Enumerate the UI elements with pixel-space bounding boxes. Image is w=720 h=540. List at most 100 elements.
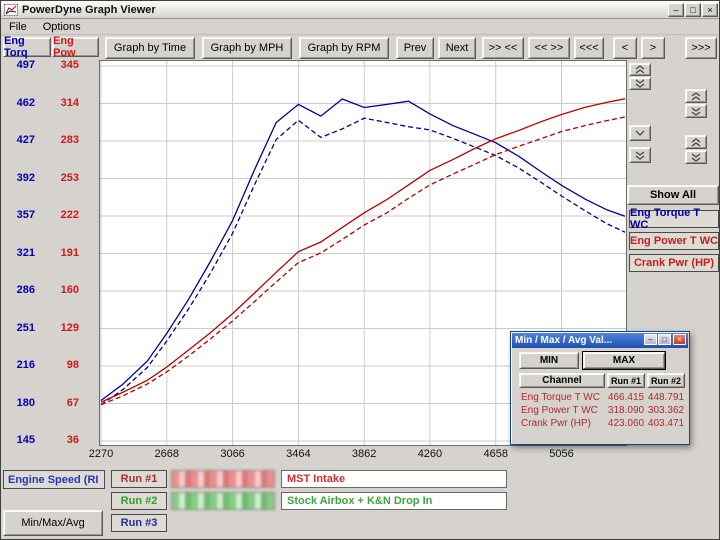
minimize-button[interactable]: – [668, 3, 684, 17]
minmaxavg-button[interactable]: Min/Max/Avg [3, 510, 103, 536]
rpm-tick-label: 3862 [344, 448, 384, 460]
window-title: PowerDyne Graph Viewer [22, 4, 156, 16]
row-run2-value: 403.471 [646, 418, 686, 429]
rpm-tick-label: 5056 [542, 448, 582, 460]
torque-tick-label: 180 [1, 397, 35, 409]
prev-button[interactable]: Prev [396, 37, 434, 59]
rpm-tick-label: 3464 [278, 448, 318, 460]
rpm-tick-label: 2668 [147, 448, 187, 460]
power-axis-header[interactable]: Eng Pow [52, 37, 99, 57]
graph-by-rpm-button[interactable]: Graph by RPM [299, 37, 389, 59]
chevron-double-up-icon [634, 65, 646, 74]
row-channel: Eng Torque T WC [521, 392, 600, 403]
rpm-tick-label: 4260 [410, 448, 450, 460]
chevron-double-down-icon [634, 151, 646, 160]
column-header-channel[interactable]: Channel [519, 373, 605, 388]
run2-name-redacted [171, 492, 275, 510]
scale-down-button-2[interactable] [685, 104, 707, 118]
minmax-maximize-button[interactable]: □ [658, 334, 671, 345]
chevron-double-down-icon [634, 79, 646, 88]
shift-down-button-1[interactable] [629, 125, 651, 141]
torque-tick-label: 145 [1, 434, 35, 446]
rpm-tick-label: 3066 [213, 448, 253, 460]
power-tick-label: 345 [45, 59, 79, 71]
next-button[interactable]: Next [438, 37, 476, 59]
step-left-button[interactable]: < [613, 37, 637, 59]
x-axis-channel-label[interactable]: Engine Speed (RI [3, 470, 105, 489]
min-button[interactable]: MIN [519, 352, 579, 369]
graph-by-mph-button[interactable]: Graph by MPH [202, 37, 292, 59]
scale-up-button-1[interactable] [629, 63, 651, 76]
app-icon [4, 4, 18, 16]
minmax-dialog: Min / Max / Avg Val... – □ × MIN MAX Cha… [510, 331, 690, 445]
zoom-out-button[interactable]: << >> [528, 37, 570, 59]
scale-down-button-1[interactable] [629, 77, 651, 90]
power-tick-label: 129 [45, 322, 79, 334]
row-run1-value: 423.060 [606, 418, 646, 429]
torque-axis-header[interactable]: Eng Torq [3, 37, 51, 57]
run3-button[interactable]: Run #3 [111, 514, 167, 532]
run1-button[interactable]: Run #1 [111, 470, 167, 488]
minmax-minimize-button[interactable]: – [644, 334, 657, 345]
menubar: File Options [1, 19, 719, 35]
maximize-button[interactable]: □ [685, 3, 701, 17]
titlebar[interactable]: PowerDyne Graph Viewer [1, 1, 719, 19]
shift-down-button-2[interactable] [629, 147, 651, 163]
power-tick-label: 253 [45, 172, 79, 184]
torque-tick-label: 321 [1, 247, 35, 259]
minmax-close-button[interactable]: × [673, 334, 686, 345]
app-window: PowerDyne Graph Viewer – □ × File Option… [0, 0, 720, 540]
step-right-button[interactable]: > [641, 37, 665, 59]
torque-tick-label: 286 [1, 284, 35, 296]
power-tick-label: 222 [45, 209, 79, 221]
torque-tick-label: 357 [1, 209, 35, 221]
run1-name-redacted [171, 470, 275, 488]
run2-note-field[interactable]: Stock Airbox + K&N Drop In [281, 492, 507, 510]
graph-by-time-button[interactable]: Graph by Time [105, 37, 195, 59]
jump-right-button[interactable]: >>> [685, 37, 717, 59]
chevron-double-down-icon [690, 153, 702, 162]
scale-up-button-3[interactable] [685, 135, 707, 149]
menu-options[interactable]: Options [35, 20, 89, 34]
column-header-run1[interactable]: Run #1 [607, 373, 645, 388]
scale-down-button-3[interactable] [685, 150, 707, 164]
torque-tick-label: 462 [1, 97, 35, 109]
rpm-tick-label: 4658 [476, 448, 516, 460]
row-channel: Eng Power T WC [521, 405, 598, 416]
power-tick-label: 160 [45, 284, 79, 296]
torque-tick-label: 497 [1, 59, 35, 71]
row-channel: Crank Pwr (HP) [521, 418, 591, 429]
power-tick-label: 314 [45, 97, 79, 109]
column-header-run2[interactable]: Run #2 [647, 373, 685, 388]
show-all-button[interactable]: Show All [627, 185, 719, 205]
run1-note-field[interactable]: MST Intake [281, 470, 507, 488]
chevron-double-down-icon [690, 107, 702, 116]
row-run2-value: 448.791 [646, 392, 686, 403]
menu-file[interactable]: File [1, 20, 35, 34]
rpm-tick-label: 2270 [81, 448, 121, 460]
chevron-down-icon [634, 129, 646, 137]
power-tick-label: 98 [45, 359, 79, 371]
row-run2-value: 303.362 [646, 405, 686, 416]
torque-tick-label: 251 [1, 322, 35, 334]
max-button[interactable]: MAX [583, 352, 665, 369]
row-run1-value: 318.090 [606, 405, 646, 416]
power-tick-label: 191 [45, 247, 79, 259]
chevron-double-up-icon [690, 138, 702, 147]
run2-button[interactable]: Run #2 [111, 492, 167, 510]
legend-crank-pwr[interactable]: Crank Pwr (HP) [629, 254, 719, 272]
chevron-double-up-icon [690, 92, 702, 101]
legend-eng-power[interactable]: Eng Power T WC [629, 232, 719, 250]
row-run1-value: 466.415 [606, 392, 646, 403]
power-tick-label: 36 [45, 434, 79, 446]
zoom-in-button[interactable]: >> << [482, 37, 524, 59]
torque-tick-label: 392 [1, 172, 35, 184]
legend-eng-torque[interactable]: Eng Torque T WC [629, 210, 719, 228]
minmax-dialog-title: Min / Max / Avg Val... [515, 335, 612, 346]
torque-tick-label: 216 [1, 359, 35, 371]
jump-left-button[interactable]: <<< [574, 37, 604, 59]
power-tick-label: 283 [45, 134, 79, 146]
torque-tick-label: 427 [1, 134, 35, 146]
scale-up-button-2[interactable] [685, 89, 707, 103]
close-button[interactable]: × [702, 3, 718, 17]
